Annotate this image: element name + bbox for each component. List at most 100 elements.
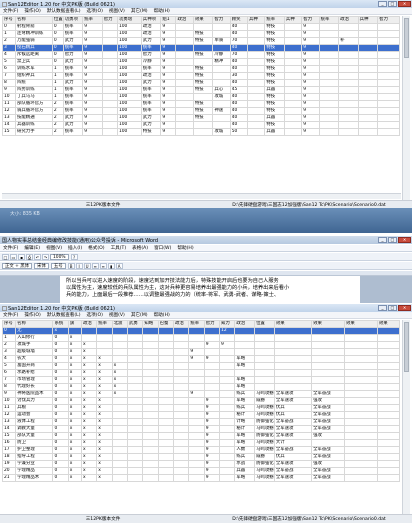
table-row[interactable]: 16防卫0xxx9军略马鸣攻撼化大计 (1, 439, 401, 447)
table-row[interactable]: 5 富国开商 0 x x x x 军略 (1, 362, 401, 370)
table-row[interactable]: 12运动会0xxx9秘计马鸣攻撼化伏兵全军奋战 (1, 411, 401, 419)
word-menu-item[interactable]: 工具(T) (108, 245, 130, 251)
bold-icon[interactable]: B (67, 262, 75, 269)
column-header[interactable]: 政治 (175, 16, 194, 24)
scroll-thumb[interactable] (404, 18, 409, 58)
size-select[interactable]: 五号 (50, 262, 66, 269)
font-color-icon[interactable]: A (115, 262, 123, 269)
column-header[interactable]: 兵种项 (140, 16, 162, 24)
window-1-vscroll[interactable] (402, 16, 410, 201)
scroll-thumb[interactable] (404, 322, 409, 372)
column-header[interactable]: 巴蜀 (157, 320, 175, 328)
table-row[interactable]: 21学理精品术0xxx9军略马鸣攻撼化全军速攻全军奋战 (1, 474, 401, 482)
column-header[interactable]: 统率 (82, 16, 103, 24)
word-close-button[interactable]: ✕ (398, 237, 411, 243)
column-header[interactable]: 效果 (192, 16, 214, 24)
word-menu-item[interactable]: 帮助(H) (174, 245, 196, 251)
table-row[interactable]: 17护卫整理0xxx9人数马鸣攻撼化全军奋战全军奋战 (1, 446, 401, 454)
minimize-button[interactable]: _ (378, 1, 387, 7)
table-row[interactable]: 9 阵势训练 1 统率 9 100 统率 9 特技 兵心 45 兵器 9 (1, 86, 400, 94)
table-row[interactable]: 18 指导工程 0 x x x 9 练兵 威撼 伏兵 全军奋战 (1, 453, 401, 461)
minimize-button[interactable]: _ (378, 305, 387, 311)
column-header[interactable]: 组1 (160, 16, 177, 24)
table-row[interactable]: 7 组织神兵 1 统率 9 100 政治 9 特技 30 特技 9 (1, 72, 400, 80)
window2-menu-item[interactable]: 视图(V) (106, 312, 128, 318)
column-header[interactable]: 政治 (172, 320, 190, 328)
window2-menu-item[interactable]: 操作(O) (21, 312, 43, 318)
table-row[interactable]: 13 技能精通 2 武力 9 100 武力 9 特技 40 兵器 9 (1, 114, 400, 122)
window-1-hscroll[interactable] (2, 193, 401, 199)
table-row[interactable]: 1 连弩精冲训练 0 统率 9 100 政治 9 特技 40 特技 9 (1, 30, 400, 38)
word-menu-item[interactable]: 格式(O) (85, 245, 107, 251)
column-header[interactable]: 统率 (318, 16, 340, 24)
column-header[interactable]: 智力 (212, 16, 231, 24)
column-header[interactable]: 效果 (344, 320, 378, 328)
table-row[interactable]: 8 代理好长 0 x x x x 军略 (1, 383, 401, 391)
table-row[interactable]: 4 斥候远距离 0 智力 9 100 智力 9 特技 冷静 70 特技 9 (1, 51, 400, 59)
underline-icon[interactable]: U (83, 262, 91, 269)
window2-menu-item[interactable]: 选项(O) (84, 312, 106, 318)
column-header[interactable]: 智力 (301, 16, 320, 24)
table-row[interactable]: 6 水路补给 0 x x x x (1, 369, 401, 377)
table-row[interactable]: 11 部队循环官方 2 统率 9 100 统率 9 特技 40 特技 9 (1, 100, 400, 108)
close-button[interactable]: ✕ (398, 1, 411, 7)
window2-menu-item[interactable]: 文件(F) (0, 312, 21, 318)
window1-menu-item[interactable]: 默认数据查看(L) (44, 8, 84, 14)
table-row[interactable]: 14 兵器训练 2 武力 9 100 武力 9 40 特技 9 (1, 121, 400, 129)
table-row[interactable]: 6 训练水军 1 统率 9 100 统率 9 特技 40 特技 9 (1, 65, 400, 73)
table-row[interactable]: 20学理精品0xxx9兵器马鸣攻撼化全军奋战全军奋战 (1, 467, 401, 475)
table-row[interactable]: 1 入山修行 0 x (1, 334, 401, 342)
window1-menu-item[interactable]: 选项(O) (84, 8, 106, 14)
column-header[interactable]: 智力 (101, 16, 118, 24)
table-row[interactable]: 2 攻城手 0 x x 9 9 (1, 341, 401, 349)
table-row[interactable]: 10 讨伐兵力 0 x x x 9 军略 威撼 全军速攻 强攻 (1, 397, 401, 405)
word-maximize-button[interactable]: □ (388, 237, 397, 243)
table-row[interactable]: 0 射程骨箭 0 统率 9 100 政治 9 40 特技 9 (1, 23, 400, 31)
open-icon[interactable]: ▭ (10, 253, 17, 260)
window1-menu-item[interactable]: 文件(F) (0, 8, 21, 14)
window1-menu-item[interactable]: 视图(V) (106, 8, 128, 14)
window2-menu-item[interactable]: 默认数据查看(L) (44, 312, 84, 318)
table-row[interactable]: 2 万能强骑 0 武力 9 100 武力 9 特技 单骑 70 特技 9 补 (1, 37, 400, 45)
maximize-button[interactable]: □ (388, 1, 397, 7)
column-header[interactable]: 兵种 (283, 16, 303, 24)
column-header[interactable]: 统率 (188, 320, 205, 328)
column-header[interactable]: 武勇 (126, 320, 144, 328)
table-row[interactable]: 15 研究力手 2 统率 9 100 特技 9 攻城 50 兵器 9 (1, 128, 400, 136)
column-header[interactable]: 功勇增 (116, 16, 142, 24)
column-header[interactable]: 效果 (311, 320, 346, 328)
window1-menu-item[interactable]: 帮助(H) (151, 8, 173, 14)
window2-menu-item[interactable]: 其它(M) (128, 312, 151, 318)
column-header[interactable]: 智力 (203, 320, 221, 328)
table-row[interactable]: 7 市场管理 0 x x x x 军略 (1, 376, 401, 384)
table-row[interactable]: 10 丁兵马马 1 统率 9 100 统率 9 攻城 40 特技 9 (1, 93, 400, 101)
maximize-button[interactable]: □ (388, 305, 397, 311)
table-row[interactable]: 3 超级城墙 0 x x 9 (1, 348, 401, 356)
print-icon[interactable]: ⎙ (26, 253, 33, 260)
word-menu-item[interactable]: 表格(A) (129, 245, 151, 251)
column-header[interactable]: 序号 (1, 16, 17, 24)
table-row[interactable]: 0 无 x 12 (1, 327, 401, 335)
highlight-icon[interactable]: ▮ (107, 262, 115, 269)
font-select[interactable]: 宋体 (34, 262, 49, 269)
close-button[interactable]: ✕ (398, 305, 411, 311)
column-header[interactable]: 名称 (15, 16, 53, 24)
column-header[interactable]: 功勇项 (62, 16, 84, 24)
table-row[interactable]: 19 学兼分业 0 x x x 9 水战 防御强化 全军速攻 强攻 (1, 460, 401, 468)
redo-icon[interactable]: ↷ (42, 253, 49, 260)
style-select[interactable]: 正文 + 黑体 (2, 262, 33, 269)
column-header[interactable]: 政治 (80, 320, 98, 328)
column-header[interactable]: 统率 (96, 320, 113, 328)
word-minimize-button[interactable]: _ (378, 237, 387, 243)
align-left-icon[interactable]: ≡ (91, 262, 99, 269)
column-header[interactable]: 兵种 (357, 16, 379, 24)
column-header[interactable]: 位置 (254, 320, 275, 328)
column-header[interactable]: 位置 (51, 16, 64, 24)
word-menu-item[interactable]: 编辑(E) (21, 245, 43, 251)
italic-icon[interactable]: I (75, 262, 83, 269)
column-header[interactable]: 兵种 (247, 16, 266, 24)
column-header[interactable]: 系统 (52, 320, 69, 328)
table-row[interactable]: 13 液体工程 0 x x x 9 计略 防御强化 全军奋战 全军奋战 (1, 418, 401, 426)
zoom-select[interactable]: 100% (50, 253, 69, 260)
word-menu-item[interactable]: 窗口(W) (151, 245, 174, 251)
